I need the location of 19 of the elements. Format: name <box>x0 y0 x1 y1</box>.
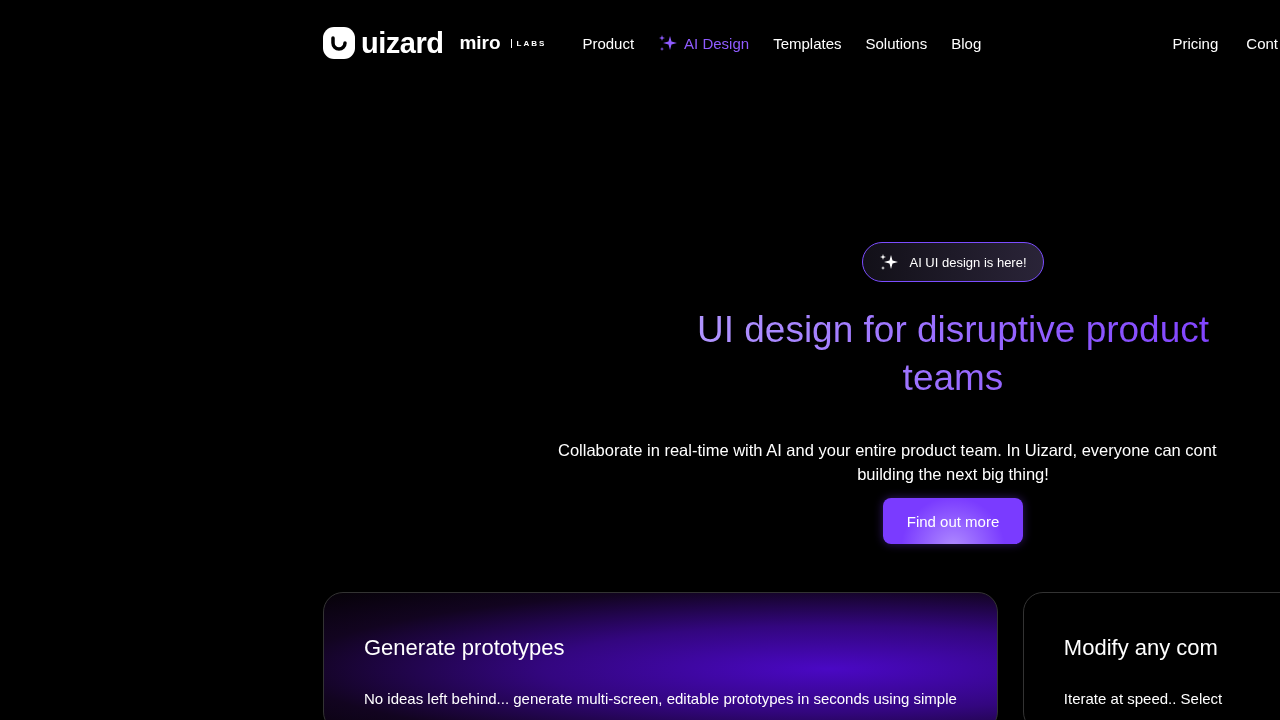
card-text: No ideas left behind... generate multi-screen, editable prototypes in seconds using simple <box>364 689 957 709</box>
nav-link[interactable]: Pricing <box>1172 34 1219 52</box>
card-title: Modify any com <box>1063 635 1219 661</box>
partner-tag: LABS <box>510 38 547 48</box>
nav-link[interactable]: Solutions <box>865 34 928 52</box>
brand-name: uizard <box>361 28 444 58</box>
nav-link[interactable]: Blog <box>951 34 982 52</box>
find-out-more-button[interactable]: Find out more <box>882 498 1024 544</box>
nav-link[interactable]: Templates <box>773 34 842 52</box>
nav-link[interactable]: Cont <box>1246 34 1278 52</box>
card-title: Generate prototypes <box>364 635 566 661</box>
partner-name: miro <box>459 32 501 54</box>
nav-link[interactable]: Product <box>582 34 635 52</box>
badge-text: AI UI design is here! <box>909 254 1027 270</box>
hero-subtitle: building the next big thing! <box>856 464 1050 485</box>
nav-link[interactable]: AI Design <box>658 33 750 53</box>
card-text: Iterate at speed.. Select <box>1063 689 1223 709</box>
hero-subtitle: Collaborate in real-time with AI and your entire product team. In Uizard, everyone can cont <box>558 440 1218 461</box>
logo-icon <box>323 27 355 59</box>
